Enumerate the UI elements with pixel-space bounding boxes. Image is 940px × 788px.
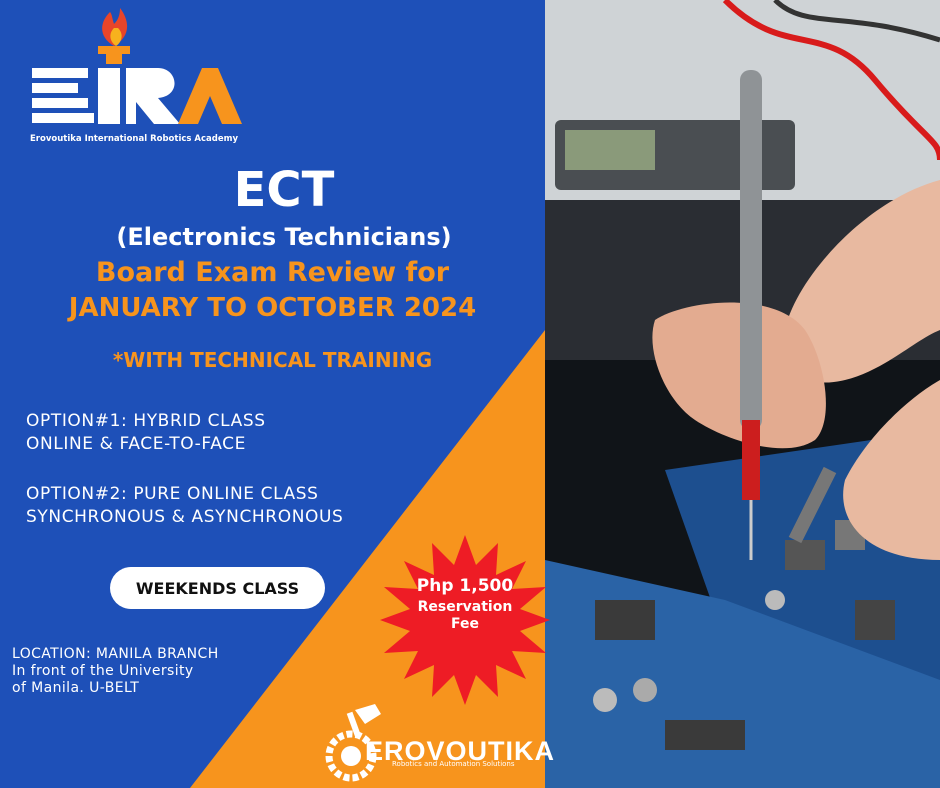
location-line3: of Manila. U-BELT bbox=[12, 680, 140, 696]
location-line2: In front of the University bbox=[12, 663, 194, 679]
fee-label-line2: Fee bbox=[451, 616, 479, 632]
eira-letters bbox=[32, 68, 242, 124]
fee-label-line1: Reservation bbox=[417, 599, 513, 615]
option-1-line2: ONLINE & FACE-TO-FACE bbox=[26, 434, 246, 454]
technical-training-note: *WITH TECHNICAL TRAINING bbox=[112, 348, 433, 372]
course-subtitle: (Electronics Technicians) bbox=[116, 223, 452, 251]
torch-flame-icon bbox=[98, 8, 130, 64]
course-title: ECT bbox=[233, 162, 335, 218]
location-line1: LOCATION: MANILA BRANCH bbox=[12, 646, 219, 662]
poster: Erovoutika International Robotics Academ… bbox=[0, 0, 940, 788]
fee-price: Php 1,500 bbox=[416, 576, 514, 596]
eira-logo bbox=[32, 8, 242, 124]
review-heading-line2: JANUARY TO OCTOBER 2024 bbox=[68, 293, 477, 323]
review-heading-line1: Board Exam Review for bbox=[95, 257, 450, 288]
technician-photo bbox=[545, 0, 940, 788]
weekends-class-badge: WEEKENDS CLASS bbox=[110, 567, 325, 609]
option-2-line2: SYNCHRONOUS & ASYNCHRONOUS bbox=[26, 507, 344, 527]
logo-subtitle: Erovoutika International Robotics Academ… bbox=[30, 134, 239, 144]
option-2-line1: OPTION#2: PURE ONLINE CLASS bbox=[26, 484, 319, 504]
brand-tagline: Robotics and Automation Solutions bbox=[392, 760, 515, 768]
option-1-line1: OPTION#1: HYBRID CLASS bbox=[26, 411, 266, 431]
